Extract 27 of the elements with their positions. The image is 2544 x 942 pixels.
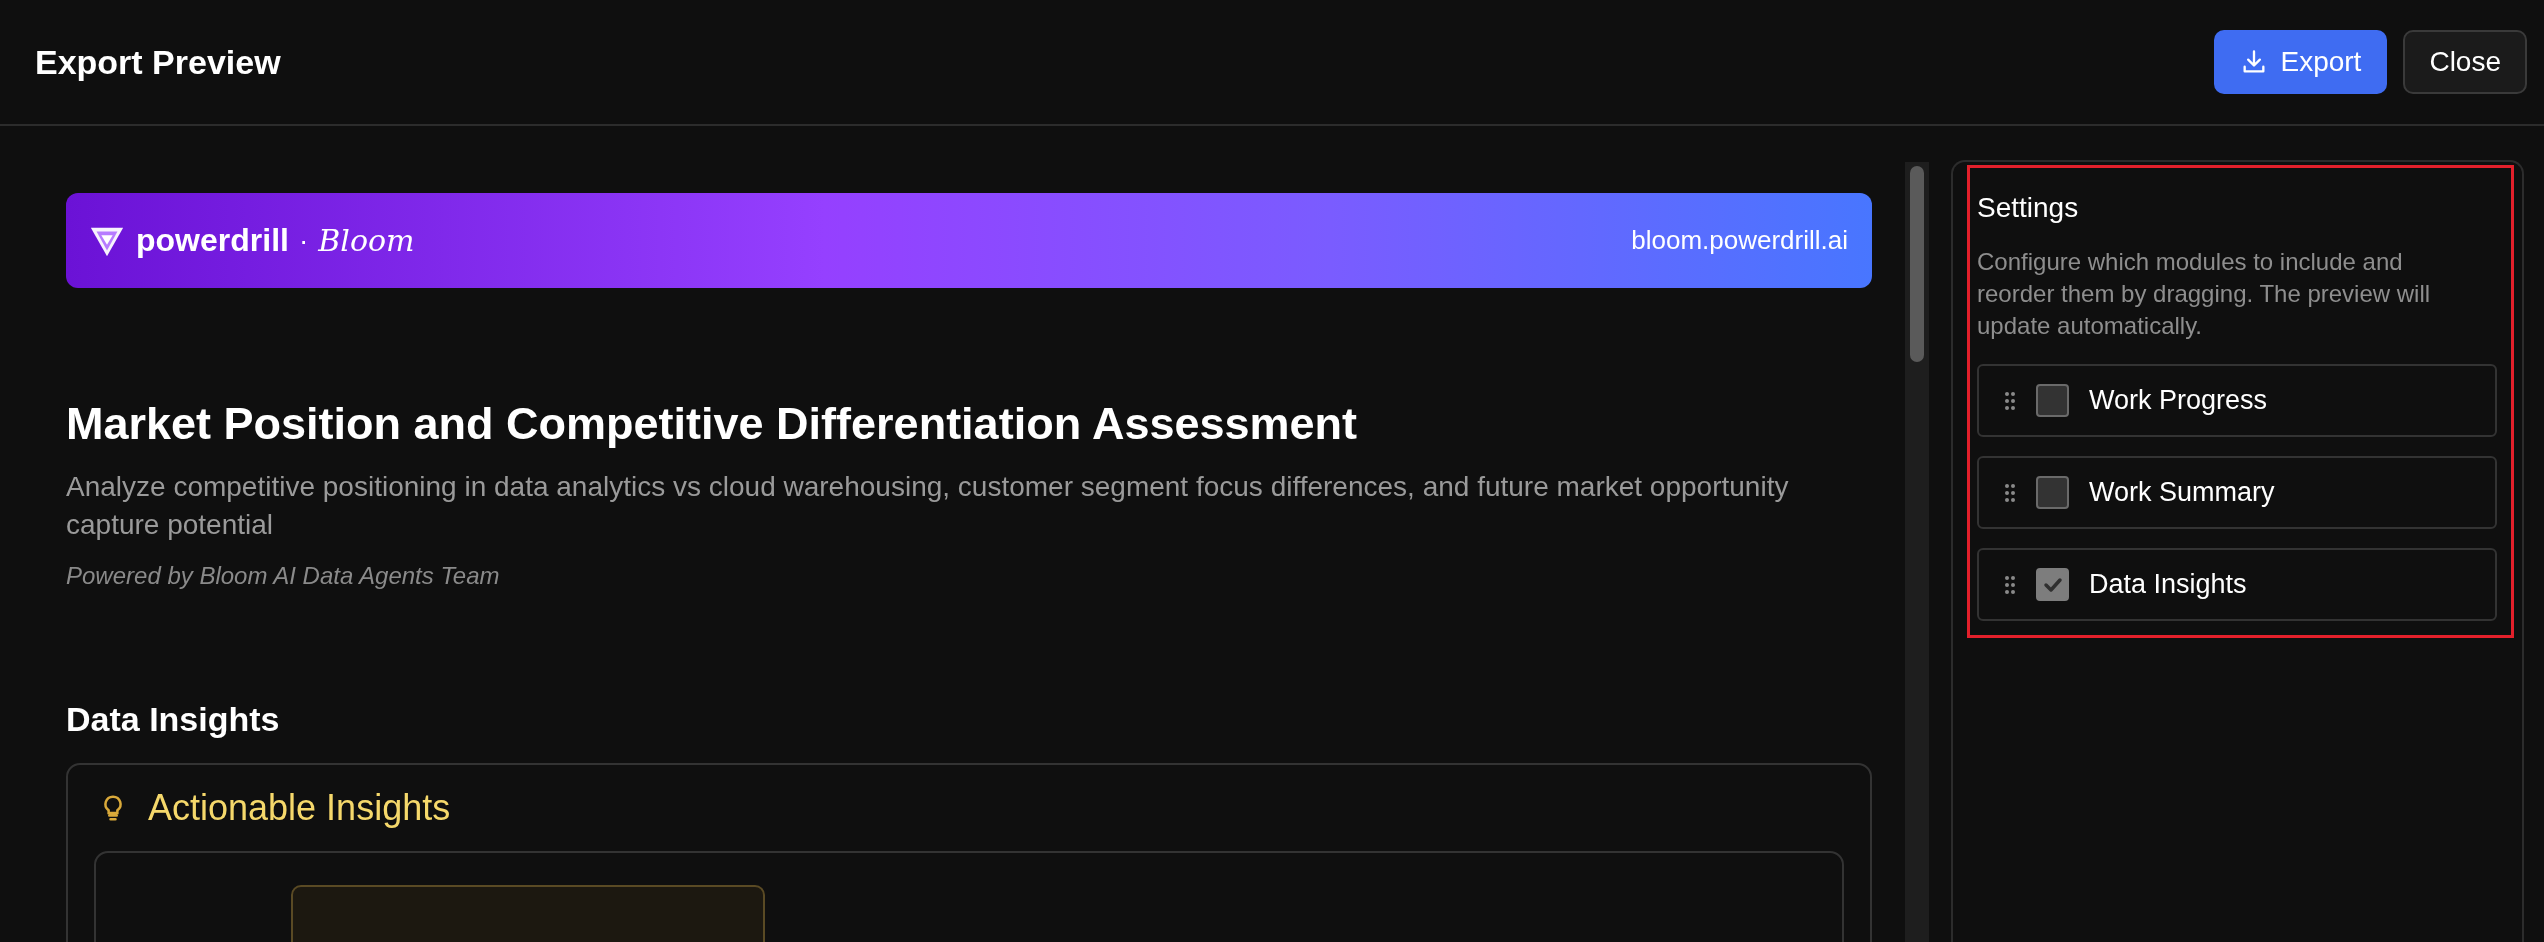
drag-handle-icon[interactable] bbox=[2004, 574, 2016, 595]
module-label: Data Insights bbox=[2089, 569, 2247, 600]
export-button[interactable]: Export bbox=[2214, 30, 2388, 94]
separator-dot: · bbox=[298, 224, 309, 257]
checkbox[interactable] bbox=[2036, 568, 2069, 601]
module-item[interactable]: Work Summary bbox=[1977, 456, 2497, 529]
brand-name: powerdrill bbox=[136, 222, 289, 259]
report-description: Analyze competitive positioning in data analytics vs cloud warehousing, customer segment focus differences, and future market opportunity capture potential bbox=[66, 470, 1790, 542]
credit-text: Powered by Bloom AI Data Agents Team bbox=[66, 562, 501, 590]
drag-handle-icon[interactable] bbox=[2004, 390, 2016, 411]
report-title: Market Position and Competitive Differentiation Assessment bbox=[66, 398, 1359, 450]
module-label: Work Summary bbox=[2089, 477, 2275, 508]
module-item[interactable]: Data Insights bbox=[1977, 548, 2497, 621]
settings-title: Settings bbox=[1977, 192, 2080, 224]
product-name: Bloom bbox=[318, 223, 415, 258]
scrollbar[interactable] bbox=[1905, 162, 1929, 942]
window-title: Export Preview bbox=[35, 42, 281, 82]
settings-description: Configure which modules to include and reorder them by dragging. The preview will update automatically. bbox=[1977, 247, 2432, 341]
site-url: bloom.powerdrill.ai bbox=[1631, 225, 1848, 256]
close-button[interactable]: Close bbox=[2403, 30, 2527, 94]
checkbox[interactable] bbox=[2036, 384, 2069, 417]
module-item[interactable]: Work Progress bbox=[1977, 364, 2497, 437]
card-title: Actionable Insights bbox=[148, 787, 451, 829]
checkbox[interactable] bbox=[2036, 476, 2069, 509]
module-label: Work Progress bbox=[2089, 385, 2268, 416]
drag-handle-icon[interactable] bbox=[2004, 482, 2016, 503]
section-heading: Data Insights bbox=[66, 700, 281, 739]
